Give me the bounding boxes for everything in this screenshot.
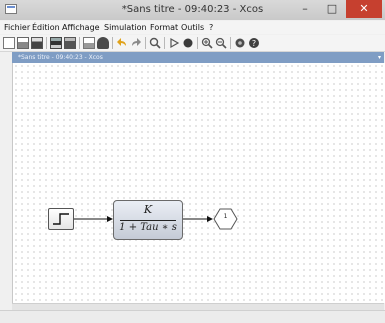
transfer-function-denominator: 1 + Tau ∗ s [119, 222, 177, 233]
toolbar-separator [197, 37, 198, 49]
fit-diagram-icon[interactable] [149, 37, 161, 49]
toolbar-separator [46, 37, 47, 49]
left-gutter [0, 52, 12, 310]
new-icon[interactable] [3, 37, 15, 49]
diagram-tab[interactable]: *Sans titre - 09:40:23 - Xcos ▾ [12, 52, 384, 63]
open-folder-icon[interactable] [31, 37, 43, 49]
start-icon[interactable] [168, 37, 180, 49]
diagram-tab-label: *Sans titre - 09:40:23 - Xcos [18, 54, 103, 61]
minimize-button[interactable]: – [292, 0, 318, 18]
menu-bar: Fichier Édition Affichage Simulation For… [0, 21, 385, 34]
export-icon[interactable] [97, 37, 109, 49]
diagram-canvas[interactable]: K 1 + Tau ∗ s 1 [12, 63, 385, 303]
toolbar-separator [164, 37, 165, 49]
menu-help[interactable]: ? [209, 22, 213, 34]
undo-icon[interactable] [116, 37, 128, 49]
save-as-icon[interactable] [64, 37, 76, 49]
status-bar [0, 310, 385, 323]
toolbar: ? [0, 35, 385, 52]
fraction-bar [120, 220, 176, 221]
svg-text:?: ? [252, 39, 256, 48]
menu-affichage[interactable]: Affichage [62, 22, 100, 34]
toolbar-separator [79, 37, 80, 49]
step-symbol-icon [53, 213, 69, 225]
xcos-window: *Sans titre - 09:40:23 - Xcos – □ ✕ Fich… [0, 0, 385, 323]
toolbar-separator [112, 37, 113, 49]
zoom-out-icon[interactable] [215, 37, 227, 49]
xcos-demos-icon[interactable] [234, 37, 246, 49]
link-step-to-clr[interactable] [74, 216, 113, 222]
zoom-in-icon[interactable] [201, 37, 213, 49]
close-button[interactable]: ✕ [346, 0, 382, 18]
link-layer [74, 216, 213, 222]
save-icon[interactable] [50, 37, 62, 49]
menu-format[interactable]: Format [150, 22, 178, 34]
step-function-block[interactable] [48, 208, 74, 230]
help-icon[interactable]: ? [248, 37, 260, 49]
link-clr-to-output[interactable] [183, 216, 213, 222]
menu-fichier[interactable]: Fichier [4, 22, 30, 34]
toolbar-separator [230, 37, 231, 49]
output-port-block[interactable]: 1 [213, 208, 238, 230]
output-port-number: 1 [223, 213, 228, 220]
stop-icon[interactable] [182, 37, 194, 49]
redo-icon[interactable] [130, 37, 142, 49]
print-icon[interactable] [83, 37, 95, 49]
transfer-function-block[interactable]: K 1 + Tau ∗ s [113, 200, 183, 240]
tab-menu-button[interactable]: ▾ [378, 52, 381, 63]
menu-simulation[interactable]: Simulation [104, 22, 147, 34]
menu-outils[interactable]: Outils [181, 22, 204, 34]
open-icon[interactable] [17, 37, 29, 49]
transfer-function-numerator: K [143, 203, 153, 216]
title-bar[interactable]: *Sans titre - 09:40:23 - Xcos – □ ✕ [0, 0, 385, 20]
maximize-button[interactable]: □ [319, 0, 345, 18]
toolbar-separator [145, 37, 146, 49]
menu-edition[interactable]: Édition [32, 22, 60, 34]
